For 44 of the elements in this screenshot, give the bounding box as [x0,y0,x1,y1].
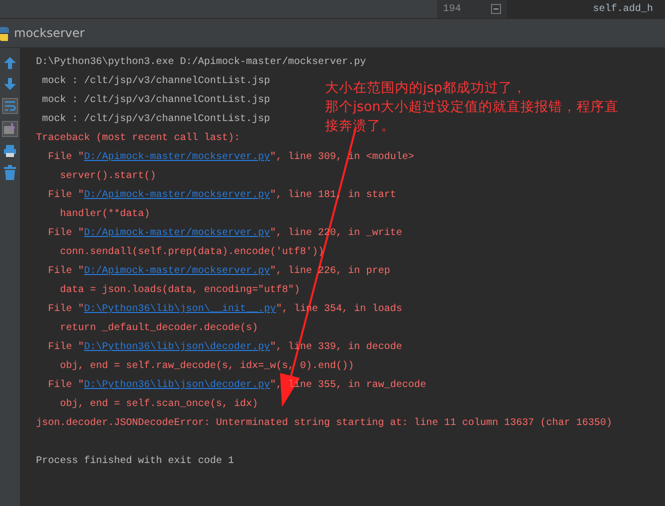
annotation-text: 那个json大小超过设定值的就直接报错，程序直 [325,98,619,117]
file-link[interactable]: D:/Apimock-master/mockserver.py [84,228,270,239]
traceback-text: File " [47,190,84,201]
console-line: obj, end = self.scan_once(s, idx) [59,399,258,410]
annotation-text: 接奔溃了。 [325,117,396,136]
file-link[interactable]: D:/Apimock-master/mockserver.py [84,266,270,277]
traceback-text: File " [47,304,84,315]
console-line: Process finished with exit code 1 [36,456,234,467]
console-line: mock : /clt/jsp/v3/channelContList.jsp [41,114,270,125]
console-line: return _default_decoder.decode(s) [59,323,258,334]
up-arrow-icon[interactable] [3,56,17,70]
file-link[interactable]: D:\Python36\lib\json\decoder.py [84,380,270,391]
traceback-text: ", line 226, in prep [270,266,390,277]
line-number: 194 [443,4,462,14]
console-line: server().start() [59,171,156,182]
python-logo-icon [0,25,10,41]
console-line: mock : /clt/jsp/v3/channelContList.jsp [41,76,270,87]
file-link[interactable]: D:/Apimock-master/mockserver.py [84,190,270,201]
console-line: conn.sendall(self.prep(data).encode('utf8')) [59,247,324,258]
traceback-text: File " [47,342,84,353]
file-link[interactable]: D:\Python36\lib\json\__init__.py [84,304,276,315]
console-line: handler(**data) [59,209,150,220]
fold-icon[interactable] [491,4,502,14]
annotation-text: 大小在范围内的jsp都成功过了， [325,79,528,98]
scroll-to-end-icon[interactable] [2,121,18,137]
traceback-text: File " [47,228,84,239]
console-line: mock : /clt/jsp/v3/channelContList.jsp [41,95,270,106]
file-link[interactable]: D:/Apimock-master/mockserver.py [84,152,270,163]
console-line: D:\Python36\python3.exe D:/Apimock-master/mockserver.py [36,57,366,68]
traceback-text: File " [47,380,84,391]
printer-icon[interactable] [3,144,17,158]
code-line: self.add_h [593,4,654,14]
trash-icon[interactable] [3,165,17,180]
traceback-text: File " [47,152,84,163]
console-line: obj, end = self.raw_decode(s, idx=_w(s, 0).end()) [59,361,354,372]
console-line: json.decoder.JSONDecodeError: Unterminated string starting at: line 11 column 13637 (char 16350) [36,418,612,429]
soft-wrap-icon[interactable] [2,98,18,114]
console-line: data = json.loads(data, encoding="utf8") [59,285,300,296]
traceback-text: File " [47,266,84,277]
run-panel-title: mockserver [14,26,85,40]
file-link[interactable]: D:\Python36\lib\json\decoder.py [84,342,270,353]
down-arrow-icon[interactable] [3,77,17,91]
traceback-text: ", line 309, in <module> [270,152,414,163]
console-line: Traceback (most recent call last): [36,133,240,144]
